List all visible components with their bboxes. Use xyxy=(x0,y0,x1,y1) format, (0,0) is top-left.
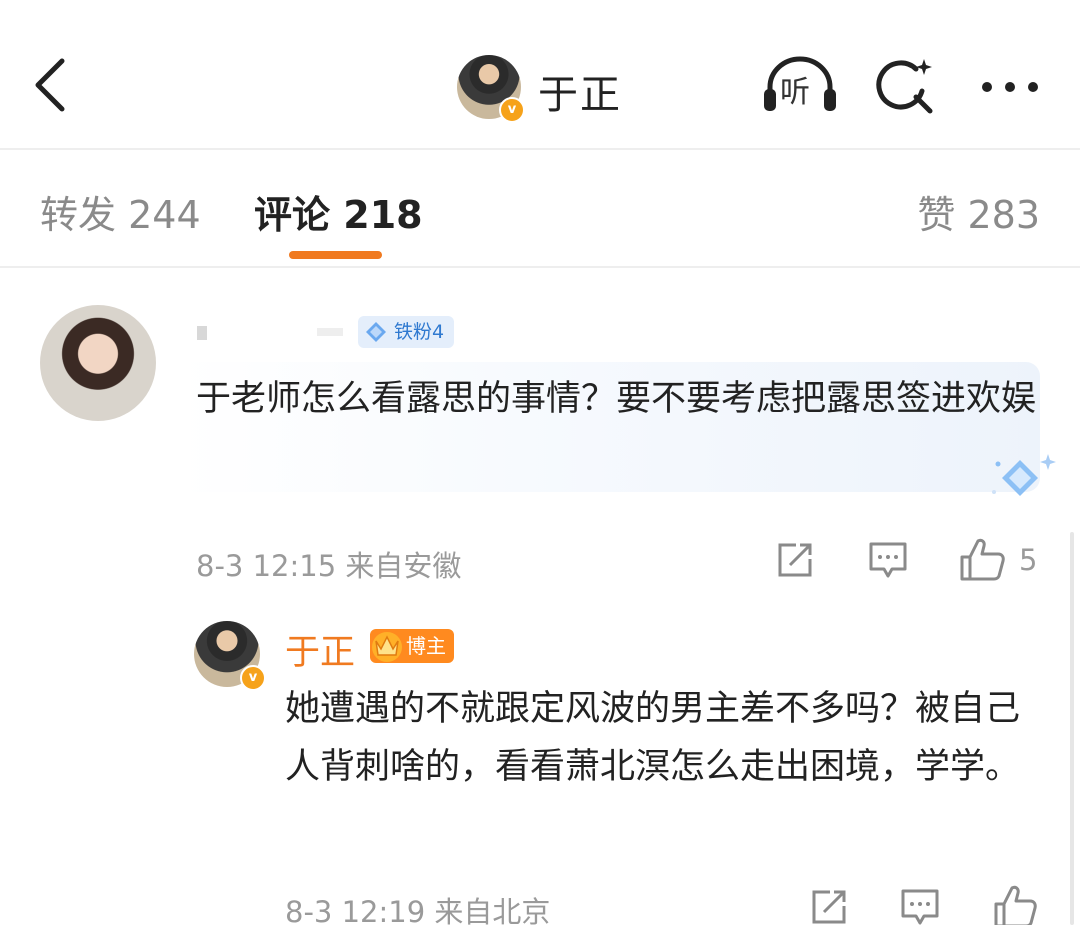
comment-time: 8-3 12:15 xyxy=(196,549,337,583)
thumbs-up-icon[interactable] xyxy=(958,537,1006,581)
share-icon[interactable] xyxy=(776,541,814,579)
reply-text: 她遭遇的不就跟定风波的男主差不多吗？被自己人背刺啥的，看看萧北溟怎么走出困境，学… xyxy=(285,689,1021,787)
reply-meta: 8-3 12:19 来自北京 xyxy=(285,889,550,925)
comment-location: 来自安徽 xyxy=(345,549,462,583)
reply-location: 来自北京 xyxy=(434,895,551,925)
tab-comment-count: 218 xyxy=(343,193,423,237)
sparkle-diamond-icon xyxy=(992,454,1056,496)
search-button[interactable] xyxy=(872,55,938,117)
comment-text: 于老师怎么看露思的事情？要不要考虑把露思签进欢娱 xyxy=(196,379,1037,419)
more-dots-icon xyxy=(982,82,1038,92)
scrollbar[interactable] xyxy=(1070,532,1074,925)
verified-badge: v xyxy=(499,97,525,123)
tab-bar: 转发 244 评论 218 赞 283 xyxy=(0,150,1080,268)
comment-icon[interactable] xyxy=(868,541,908,579)
tab-repost[interactable]: 转发 244 xyxy=(40,184,201,239)
tab-comment[interactable]: 评论 218 xyxy=(254,184,423,239)
listen-label: 听 xyxy=(780,75,810,110)
comment-like-count: 5 xyxy=(1019,543,1038,577)
comment-meta: 8-3 12:15 来自安徽 xyxy=(196,543,461,585)
thumbs-up-icon[interactable] xyxy=(992,884,1038,925)
tab-repost-count: 244 xyxy=(128,193,201,237)
more-button[interactable] xyxy=(975,72,1045,102)
reply-time: 8-3 12:19 xyxy=(285,895,426,925)
tab-like[interactable]: 赞 283 xyxy=(917,184,1040,239)
header-avatar[interactable]: v xyxy=(457,55,525,123)
tab-comment-label: 评论 xyxy=(254,193,331,237)
weibo-comment-page: v 于正 听 转发 244 评论 218 赞 283 铁粉4 于老师怎么看露思的… xyxy=(0,0,1080,925)
host-badge: 博主 xyxy=(370,629,454,663)
reply-username[interactable]: 于正 xyxy=(285,624,355,675)
back-button[interactable] xyxy=(28,55,78,115)
fan-level-badge: 铁粉4 xyxy=(358,316,455,348)
search-sparkle-icon xyxy=(876,59,933,114)
diamond-icon xyxy=(366,322,386,342)
chevron-left-icon xyxy=(35,58,65,112)
share-icon[interactable] xyxy=(810,888,848,925)
tab-repost-label: 转发 xyxy=(40,193,117,237)
listen-button[interactable]: 听 xyxy=(762,55,838,115)
tab-like-label: 赞 xyxy=(917,193,956,237)
commenter-avatar[interactable] xyxy=(40,305,156,421)
host-badge-label: 博主 xyxy=(406,634,446,658)
active-tab-indicator xyxy=(289,251,382,259)
verified-badge: v xyxy=(240,665,266,691)
fan-badge-label: 铁粉4 xyxy=(394,321,445,343)
tabs-divider xyxy=(0,266,1080,268)
commenter-username-obscured xyxy=(197,326,343,340)
comment-icon[interactable] xyxy=(900,888,940,925)
crown-icon xyxy=(372,632,402,662)
header-username[interactable]: 于正 xyxy=(538,62,622,120)
reply-avatar[interactable]: v xyxy=(194,621,266,691)
top-bar: v 于正 听 xyxy=(0,0,1080,148)
tab-like-count: 283 xyxy=(967,193,1040,237)
